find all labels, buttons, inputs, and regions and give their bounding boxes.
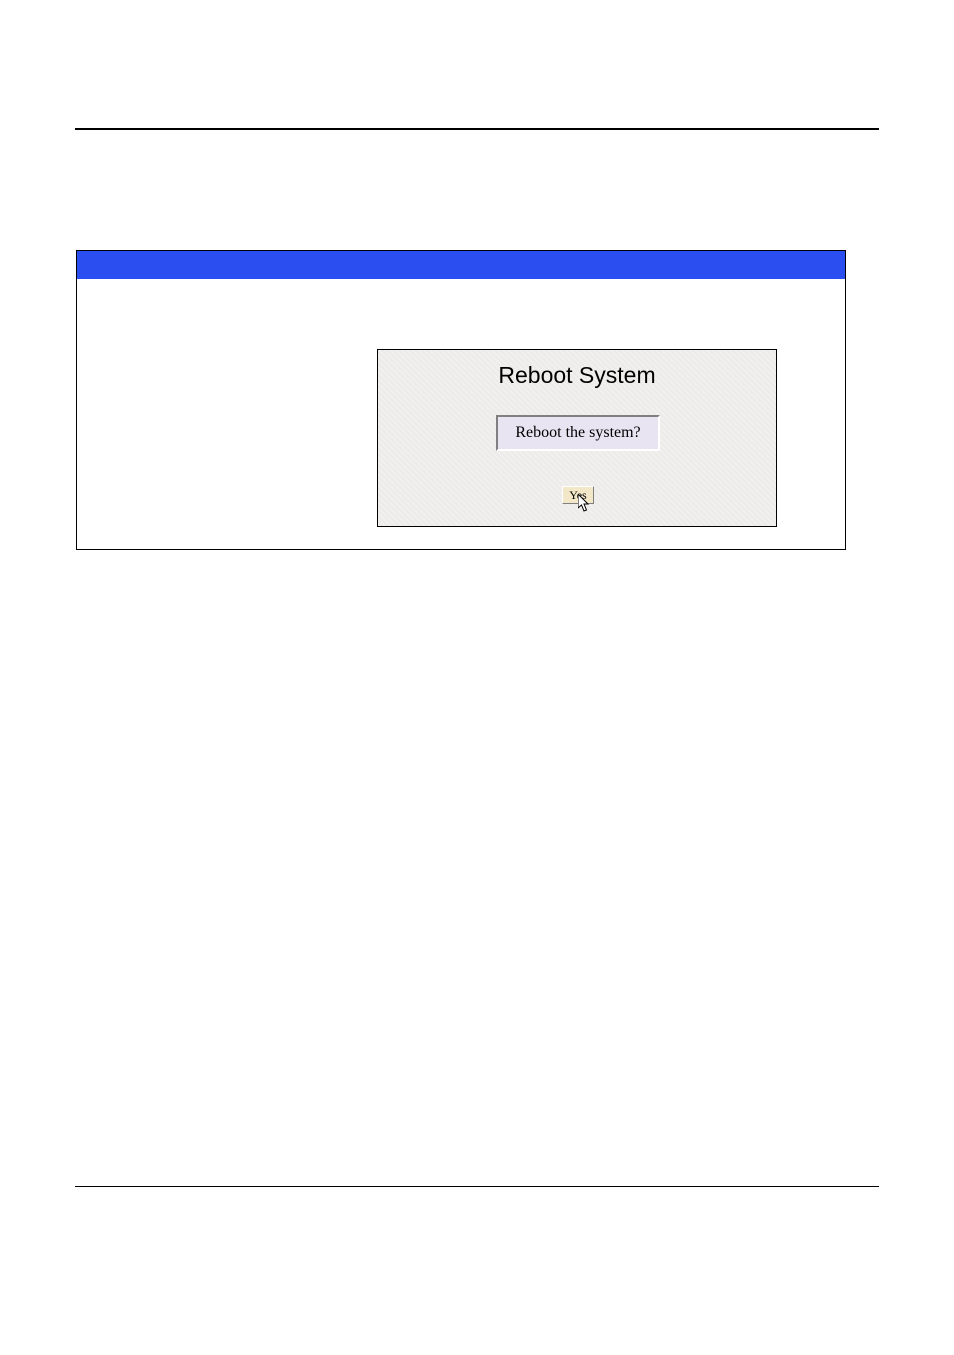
footer-divider — [75, 1186, 879, 1187]
dialog-title: Reboot System — [378, 362, 776, 389]
window-titlebar — [77, 251, 845, 279]
yes-button[interactable]: Yes — [562, 486, 594, 504]
question-text: Reboot the system? — [515, 424, 640, 442]
header-divider — [75, 128, 879, 130]
page-container: Reboot System Reboot the system? Yes — [0, 0, 954, 1355]
reboot-panel: Reboot System Reboot the system? Yes — [377, 349, 777, 527]
yes-button-label: Yes — [569, 488, 586, 503]
dialog-window: Reboot System Reboot the system? Yes — [76, 250, 846, 550]
question-box: Reboot the system? — [496, 415, 660, 451]
